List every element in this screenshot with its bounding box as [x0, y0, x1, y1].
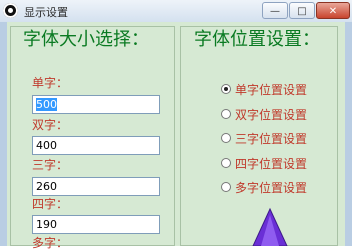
radio-label: 多字位置设置 [235, 181, 308, 195]
single-char-size-value: 500 [36, 98, 57, 111]
radio-button[interactable] [221, 182, 231, 192]
triple-char-label: 三字： [32, 158, 69, 172]
single-char-label: 单字： [32, 76, 69, 90]
radio-button[interactable] [221, 109, 231, 119]
radio-button-checked[interactable] [221, 84, 231, 94]
title-bar[interactable]: 显示设置 — □ ✕ [0, 0, 352, 23]
triple-char-size-input[interactable]: 260 [32, 177, 160, 196]
font-position-group-title: 字体位置设置： [194, 29, 320, 50]
multi-char-label: 多字： [32, 236, 69, 250]
radio-button[interactable] [221, 158, 231, 168]
font-size-group-title: 字体大小选择： [23, 29, 149, 50]
quad-char-size-input[interactable]: 190 [32, 215, 160, 234]
minimize-button[interactable]: — [262, 2, 288, 19]
radio-label: 单字位置设置 [235, 83, 308, 97]
single-char-size-input[interactable]: 500 [32, 95, 160, 114]
radio-label: 四字位置设置 [235, 157, 308, 171]
radio-button[interactable] [221, 133, 231, 143]
window-title: 显示设置 [24, 6, 68, 19]
radio-label: 三字位置设置 [235, 132, 308, 146]
soccer-ball-icon [3, 3, 18, 18]
double-char-size-input[interactable]: 400 [32, 136, 160, 155]
purple-up-arrow-icon[interactable] [249, 207, 291, 246]
window-frame-right [345, 22, 352, 246]
radio-label: 双字位置设置 [235, 108, 308, 122]
double-char-label: 双字： [32, 118, 69, 132]
window-frame-left [0, 22, 7, 246]
quad-char-label: 四字： [32, 197, 69, 211]
maximize-button[interactable]: □ [289, 2, 315, 19]
close-button[interactable]: ✕ [316, 2, 350, 19]
